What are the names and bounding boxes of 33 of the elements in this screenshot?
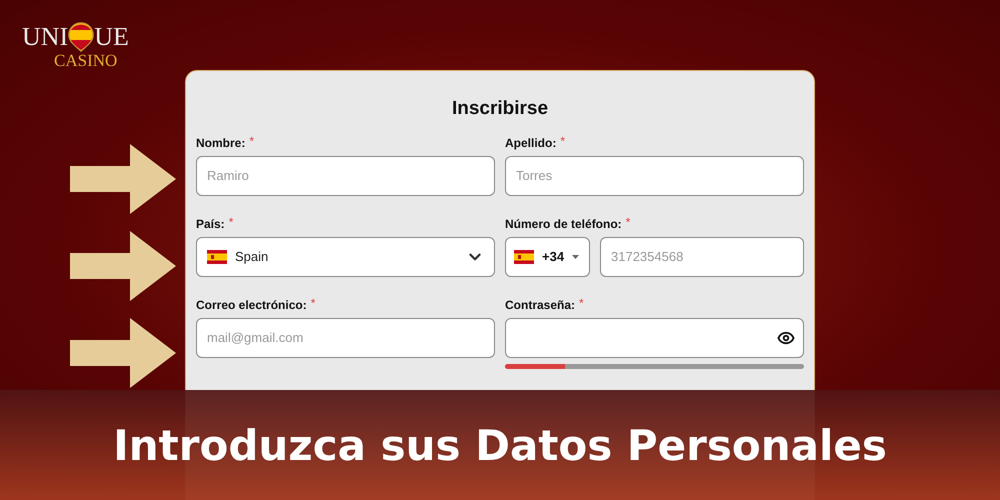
phone-code-select[interactable]: +34 xyxy=(505,236,590,276)
required-mark: * xyxy=(579,298,584,308)
field-label: Número de teléfono: xyxy=(505,216,622,230)
flag-pin-icon xyxy=(68,22,94,52)
arrow-icon xyxy=(70,231,176,301)
required-mark: * xyxy=(626,216,630,226)
logo-subtitle: CASINO xyxy=(54,52,118,69)
field-label: Apellido: xyxy=(505,136,556,150)
select-value: Spain xyxy=(235,248,270,266)
arrow-icon xyxy=(70,318,176,388)
caret-icon xyxy=(572,254,580,258)
banner-title: Introduzca sus Datos Personales xyxy=(113,420,887,472)
logo-text: UE xyxy=(94,24,129,50)
required-mark: * xyxy=(228,216,234,226)
phone-code: +34 xyxy=(542,248,564,266)
required-mark: * xyxy=(310,298,316,308)
input-field[interactable]: Ramiro xyxy=(196,156,495,196)
country-select[interactable]: Spain xyxy=(196,236,495,276)
required-mark: * xyxy=(249,136,254,146)
password-field[interactable] xyxy=(505,318,804,358)
field-label: País: xyxy=(196,216,225,230)
input-field[interactable]: Torres xyxy=(505,156,804,196)
required-mark: * xyxy=(560,136,565,146)
field-label: Nombre: xyxy=(196,136,246,150)
form-title: Inscribirse xyxy=(450,97,550,121)
input-field[interactable]: mail@gmail.com xyxy=(196,318,495,358)
arrow-icon xyxy=(70,144,176,214)
field-label: Correo electrónico: xyxy=(196,298,307,312)
flag-icon xyxy=(514,250,534,264)
phone-field[interactable]: 3172354568 xyxy=(600,236,804,276)
flag-icon xyxy=(207,250,227,264)
logo-text: UNI xyxy=(22,24,68,50)
field-label: Contraseña: xyxy=(505,298,576,312)
